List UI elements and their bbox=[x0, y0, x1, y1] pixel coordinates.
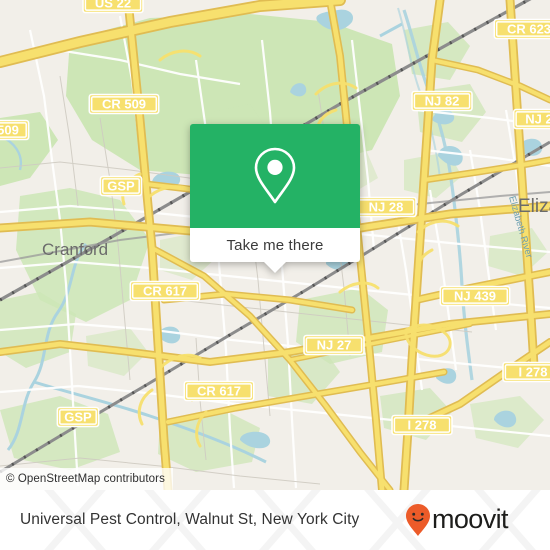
road-shield: CR 617 bbox=[183, 380, 255, 402]
road-shield-label: NJ 439 bbox=[454, 289, 496, 304]
road-shield: I 278 bbox=[502, 361, 550, 383]
location-title: Universal Pest Control, Walnut St, New Y… bbox=[20, 511, 360, 528]
road-shield-label: CR 509 bbox=[102, 97, 146, 112]
road-shield-label: NJ 82 bbox=[425, 94, 460, 109]
place-label-cranford: Cranford bbox=[42, 240, 108, 259]
footer-content: Universal Pest Control, Walnut St, New Y… bbox=[0, 490, 550, 550]
road-shield-label: I 278 bbox=[408, 418, 437, 433]
road-shield: NJ 2 bbox=[512, 108, 550, 130]
take-me-there-label: Take me there bbox=[226, 236, 324, 254]
road-shield: CR 623 bbox=[493, 18, 550, 40]
road-shield: GSP bbox=[99, 175, 143, 197]
road-shield-label: NJ 28 bbox=[369, 200, 404, 215]
road-shield-label: US 22 bbox=[95, 0, 131, 11]
road-shield-label: CR 617 bbox=[143, 284, 187, 299]
road-shield: CR 617 bbox=[129, 280, 201, 302]
road-shield: NJ 439 bbox=[439, 285, 511, 307]
road-shield-label: I 278 bbox=[519, 365, 548, 380]
popup-action-bar[interactable]: Take me there bbox=[190, 228, 360, 262]
road-shield-label: CR 623 bbox=[507, 22, 550, 37]
road-shield: 509 bbox=[0, 119, 30, 141]
road-shield-label: GSP bbox=[64, 410, 92, 425]
road-shield-label: NJ 2 bbox=[525, 112, 550, 127]
road-shield-label: GSP bbox=[107, 179, 135, 194]
moovit-brand-logo[interactable]: moovit bbox=[405, 503, 526, 537]
moovit-map-screen: Cranford Eliza Elizabeth River US 22CR 5… bbox=[0, 0, 550, 550]
popup-pointer-tail bbox=[264, 262, 286, 273]
map-attribution[interactable]: © OpenStreetMap contributors bbox=[0, 468, 173, 490]
road-shield: NJ 28 bbox=[355, 196, 417, 218]
road-shield: NJ 82 bbox=[411, 90, 473, 112]
road-shield: US 22 bbox=[82, 0, 144, 14]
attribution-text: © OpenStreetMap contributors bbox=[6, 473, 165, 485]
road-shield: GSP bbox=[56, 406, 100, 428]
popup-header bbox=[190, 124, 360, 228]
road-shield: NJ 27 bbox=[303, 334, 365, 356]
moovit-wordmark: moovit bbox=[432, 505, 526, 535]
road-shield-label: 509 bbox=[0, 123, 19, 138]
destination-popup-card[interactable]: Take me there bbox=[190, 124, 360, 273]
road-shield: I 278 bbox=[391, 414, 453, 436]
svg-text:moovit: moovit bbox=[432, 505, 509, 534]
road-shield-label: CR 617 bbox=[197, 384, 241, 399]
map-pin-icon bbox=[251, 146, 299, 206]
moovit-pin-icon bbox=[405, 503, 431, 537]
footer-bar: Universal Pest Control, Walnut St, New Y… bbox=[0, 490, 550, 550]
road-shield: CR 509 bbox=[88, 93, 160, 115]
road-shield-label: NJ 27 bbox=[317, 338, 352, 353]
